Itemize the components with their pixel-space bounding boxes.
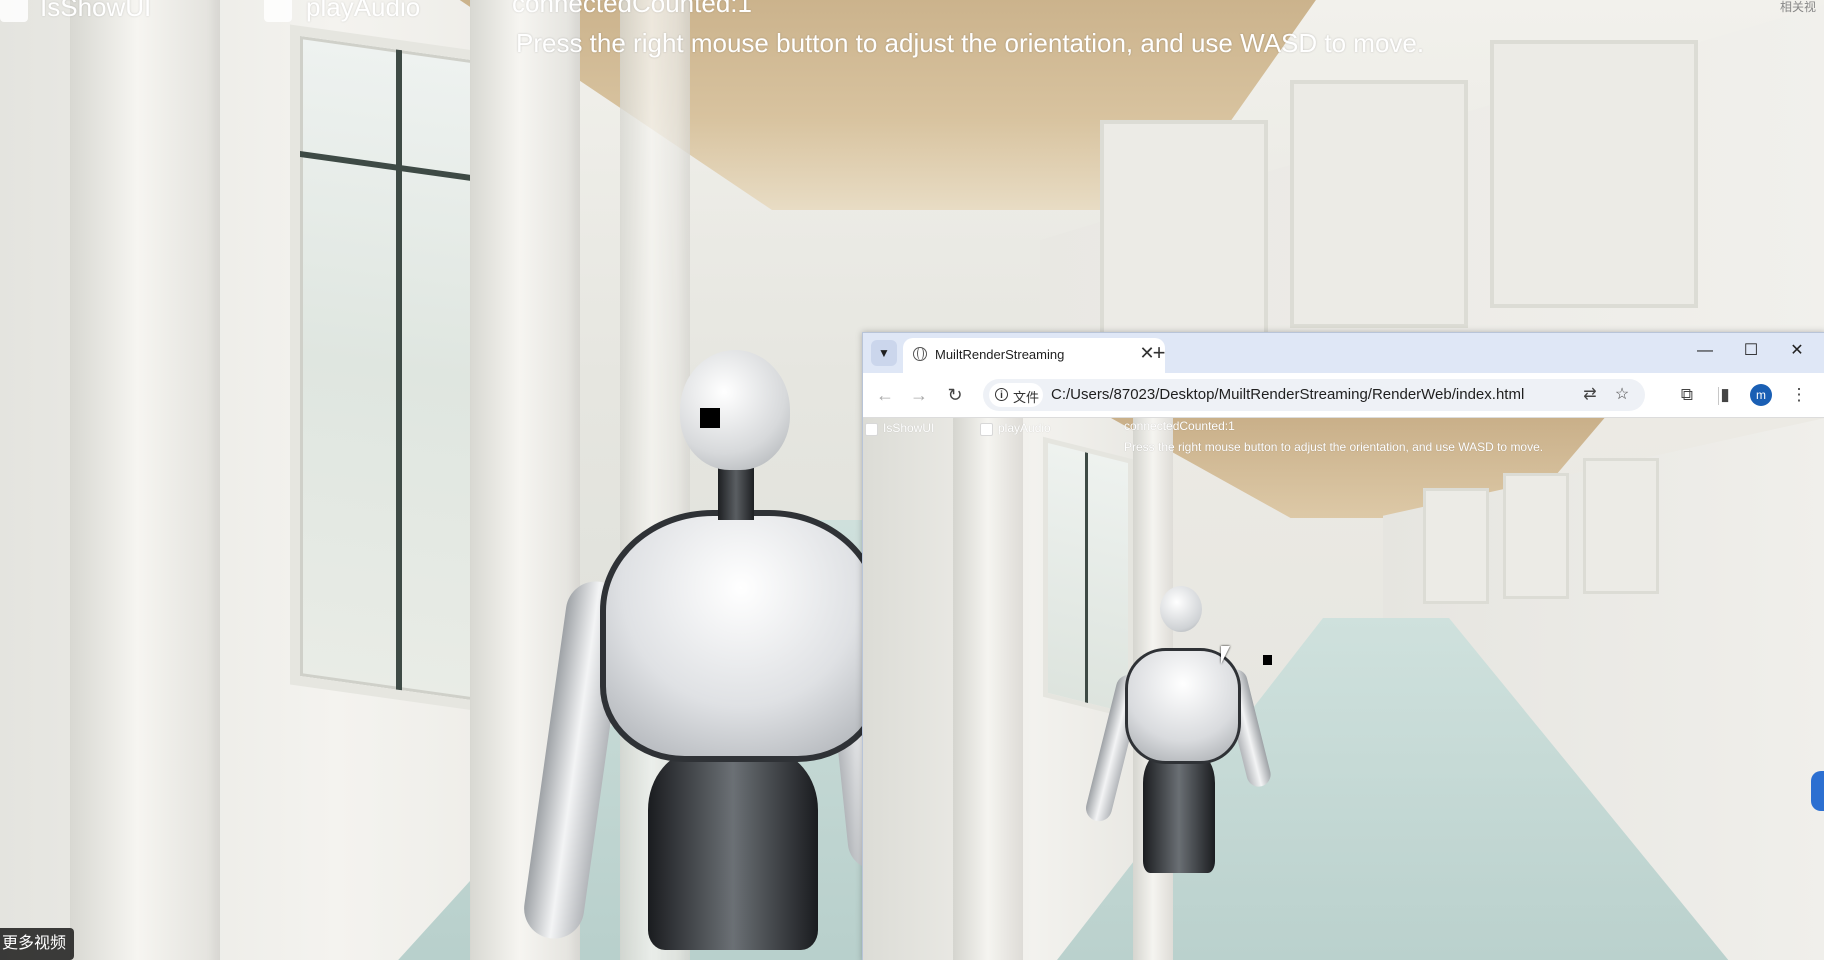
browser-toolbar: ← → ↻ i 文件 C:/Users/87023/Desktop/MuiltR… (863, 373, 1824, 418)
scene-pillar (953, 418, 1023, 960)
scene-door-panel (1490, 40, 1698, 308)
corner-label: 相关视 (1780, 0, 1817, 14)
minimize-button[interactable]: — (1685, 337, 1725, 365)
page-stream-view[interactable]: IsShowUI playAudio connectedCounted:1 Pr… (863, 418, 1824, 960)
info-icon: i (995, 388, 1008, 401)
more-videos-button[interactable]: 更多视频 (0, 928, 75, 960)
crosshair-square-icon (1263, 655, 1272, 665)
side-floating-badge[interactable] (1811, 771, 1824, 811)
scene-pillar (70, 0, 220, 960)
site-info-chip[interactable]: i 文件 (989, 383, 1043, 407)
scene-door-panel (1290, 80, 1468, 328)
scene-door-panel (1503, 473, 1569, 599)
crosshair-square-icon (700, 408, 720, 428)
show-ui-checkbox[interactable] (0, 0, 28, 22)
tab-search-button[interactable]: ▼ (871, 340, 897, 366)
close-window-button[interactable]: ✕ (1777, 337, 1817, 365)
tab-bar: ▼ MuiltRenderStreaming ✕ + — ☐ ✕ (863, 333, 1824, 373)
controls-hint: Press the right mouse button to adjust t… (516, 28, 1425, 58)
maximize-button[interactable]: ☐ (1731, 337, 1771, 365)
robot-head (680, 350, 790, 470)
play-audio-checkbox[interactable] (264, 0, 292, 22)
show-ui-label: IsShowUI (883, 421, 935, 435)
connected-count: connectedCounted:1 (1124, 419, 1235, 433)
scene-door-panel (1423, 488, 1489, 604)
reload-button[interactable]: ↻ (941, 381, 969, 409)
translate-icon[interactable]: ⇄ (1579, 384, 1601, 406)
forward-button[interactable]: → (905, 381, 933, 409)
more-menu-icon[interactable]: ⋮ (1785, 381, 1813, 409)
side-panel-icon[interactable]: ▮ (1711, 381, 1739, 409)
browser-window: ▼ MuiltRenderStreaming ✕ + — ☐ ✕ ← → ↻ i… (862, 332, 1824, 960)
play-audio-label: playAudio (306, 0, 421, 22)
chevron-down-icon: ▼ (878, 346, 890, 360)
play-audio-checkbox[interactable] (980, 423, 993, 436)
back-button[interactable]: ← (871, 381, 899, 409)
url-text[interactable]: C:/Users/87023/Desktop/MuiltRenderStream… (1051, 386, 1524, 403)
robot-waist (648, 750, 818, 950)
robot-head (1160, 586, 1202, 632)
extensions-icon[interactable]: ⧉ (1673, 381, 1701, 409)
scene-door-panel (1100, 120, 1268, 348)
bookmark-star-icon[interactable]: ☆ (1611, 384, 1633, 406)
show-ui-checkbox[interactable] (865, 423, 878, 436)
controls-hint: Press the right mouse button to adjust t… (1124, 440, 1544, 454)
address-bar[interactable]: i 文件 C:/Users/87023/Desktop/MuiltRenderS… (983, 379, 1645, 411)
tab-muiltrenderstreaming[interactable]: MuiltRenderStreaming ✕ (903, 338, 1165, 373)
play-audio-label: playAudio (998, 421, 1051, 435)
connected-count: connectedCounted:1 (512, 0, 752, 18)
scene-door-panel (1583, 458, 1659, 594)
robot-torso (1125, 648, 1241, 764)
mouse-pointer-icon (1221, 646, 1230, 664)
show-ui-label: IsShowUI (40, 0, 152, 22)
profile-avatar[interactable]: m (1750, 384, 1772, 406)
tab-title: MuiltRenderStreaming (935, 347, 1065, 362)
screen: IsShowUI playAudio connectedCounted:1 Pr… (0, 0, 1824, 960)
new-tab-button[interactable]: + (1145, 339, 1173, 367)
globe-icon (913, 347, 927, 361)
robot-torso (600, 510, 882, 762)
robot-waist (1143, 753, 1215, 873)
site-info-label: 文件 (1013, 390, 1040, 405)
